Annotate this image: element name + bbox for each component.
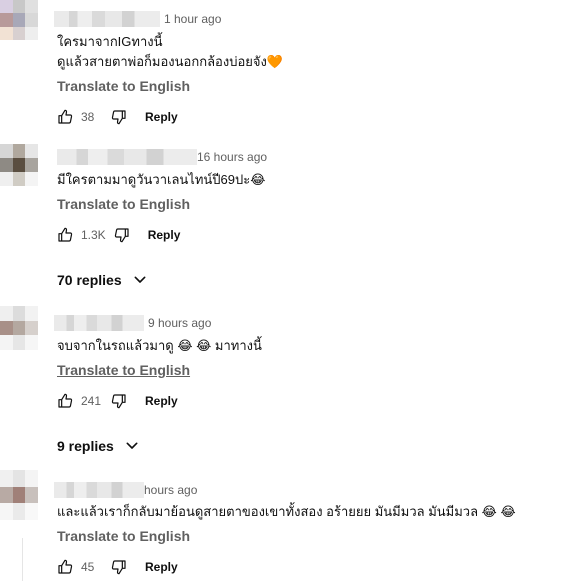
comment-line: และแล้วเราก็กลับมาย้อนดูสายตาของเขาทั้งส… [57,504,516,519]
like-count: 1.3K [81,228,106,242]
thumbs-up-icon[interactable] [57,227,73,243]
like-count: 45 [81,560,95,574]
avatar[interactable] [0,144,38,186]
chevron-down-icon [126,442,138,449]
comment-text: มีใครตามมาดูวันวาเลนไทน์ปี69ปะ😂 [57,170,265,190]
author-name[interactable] [54,482,144,498]
replies-count: 70 replies [57,272,122,288]
comment-time[interactable]: 9 hours ago [148,316,211,330]
translate-link[interactable]: Translate to English [57,362,190,378]
author-name[interactable] [54,11,160,27]
author-name[interactable] [54,315,144,331]
comment-time[interactable]: 1 hour ago [164,12,221,26]
avatar[interactable] [0,0,38,40]
comment-text: จบจากในรถแล้วมาดู 😂 😂 มาทางนี้ [57,336,262,356]
view-replies-button[interactable]: 9 replies [57,435,140,457]
comment-meta: hours ago [54,482,197,498]
reply-button[interactable]: Reply [145,394,178,408]
thumbs-up-icon[interactable] [57,393,73,409]
comment-time[interactable]: hours ago [144,483,197,497]
comment-actions: 38 Reply [57,107,178,127]
avatar[interactable] [0,306,38,350]
thumbs-down-icon[interactable] [111,559,127,575]
replies-count: 9 replies [57,438,114,454]
comment-line-with-emoji: ดูแล้วสายตาพ่อก็มองนอกกล้องบ่อยจัง🧡 [57,52,283,72]
comment-meta: 9 hours ago [54,315,211,331]
thumbs-down-icon[interactable] [114,227,130,243]
chevron-down-icon [134,276,146,283]
comment-time[interactable]: 16 hours ago [197,150,267,164]
like-count: 38 [81,110,95,124]
comment-meta: 16 hours ago [57,149,267,165]
avatar[interactable] [0,470,38,520]
view-replies-button[interactable]: 70 replies [57,269,148,291]
thumbs-down-icon[interactable] [111,109,127,125]
translate-link[interactable]: Translate to English [57,78,190,94]
reply-button[interactable]: Reply [145,560,178,574]
comment-text: และแล้วเราก็กลับมาย้อนดูสายตาของเขาทั้งส… [57,502,516,522]
comment-actions: 241 Reply [57,391,178,411]
reply-button[interactable]: Reply [145,110,178,124]
comment-text: ใครมาจากIGทางนี้ ดูแล้วสายตาพ่อก็มองนอกก… [57,32,283,72]
like-count: 241 [81,394,102,408]
comment-line: มีใครตามมาดูวันวาเลนไทน์ปี69ปะ😂 [57,172,266,187]
translate-link[interactable]: Translate to English [57,196,190,212]
comment-line: จบจากในรถแล้วมาดู 😂 😂 มาทางนี้ [57,338,262,353]
thumbs-up-icon[interactable] [57,559,73,575]
thumbs-up-icon[interactable] [57,109,73,125]
author-name[interactable] [57,149,197,165]
translate-link[interactable]: Translate to English [57,528,190,544]
comment-meta: 1 hour ago [54,11,221,27]
thumbs-down-icon[interactable] [111,393,127,409]
comment-line: ดูแล้วสายตาพ่อก็มองนอกกล้องบ่อยจัง [57,54,267,69]
comment-actions: 1.3K Reply [57,225,180,245]
comment-actions: 45 Reply [57,557,178,577]
orange-heart-emoji: 🧡 [266,54,284,69]
reply-button[interactable]: Reply [148,228,181,242]
comment-line: ใครมาจากIGทางนี้ [57,34,163,49]
thread-line [22,538,23,581]
